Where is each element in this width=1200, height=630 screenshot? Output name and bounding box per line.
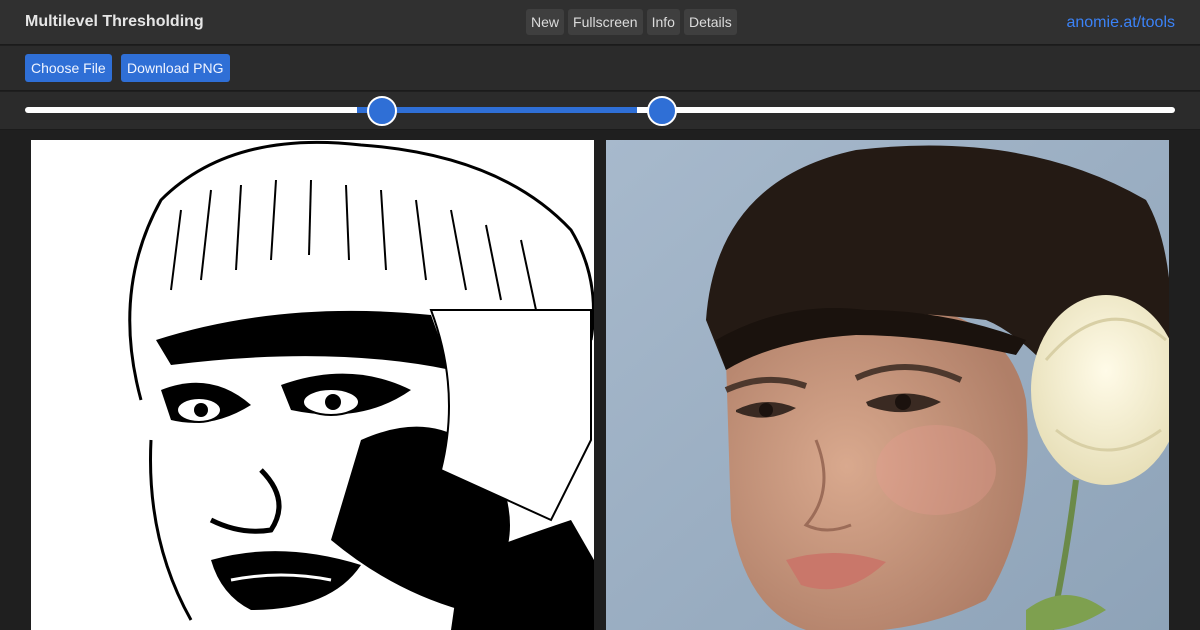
top-nav: New Fullscreen Info Details (526, 9, 737, 35)
nav-new-button[interactable]: New (526, 9, 565, 35)
original-photo-svg (606, 140, 1169, 630)
thresholded-image-svg (31, 140, 594, 630)
original-photo (606, 140, 1169, 630)
download-png-button[interactable]: Download PNG (121, 54, 230, 82)
toolbar: Choose File Download PNG (0, 46, 1200, 91)
nav-fullscreen-button[interactable]: Fullscreen (568, 9, 643, 35)
thresholded-image (31, 140, 594, 630)
nav-info-button[interactable]: Info (646, 9, 680, 35)
threshold-slider-bar (0, 92, 1200, 130)
app-title: Multilevel Thresholding (25, 13, 204, 30)
choose-file-button[interactable]: Choose File (25, 54, 112, 82)
slider-low-handle[interactable] (367, 96, 397, 126)
slider-selected-range (357, 107, 637, 113)
slider-high-handle[interactable] (647, 96, 677, 126)
nav-details-button[interactable]: Details (683, 9, 737, 35)
top-bar: Multilevel Thresholding New Fullscreen I… (0, 0, 1200, 45)
site-link[interactable]: anomie.at/tools (1066, 14, 1175, 32)
